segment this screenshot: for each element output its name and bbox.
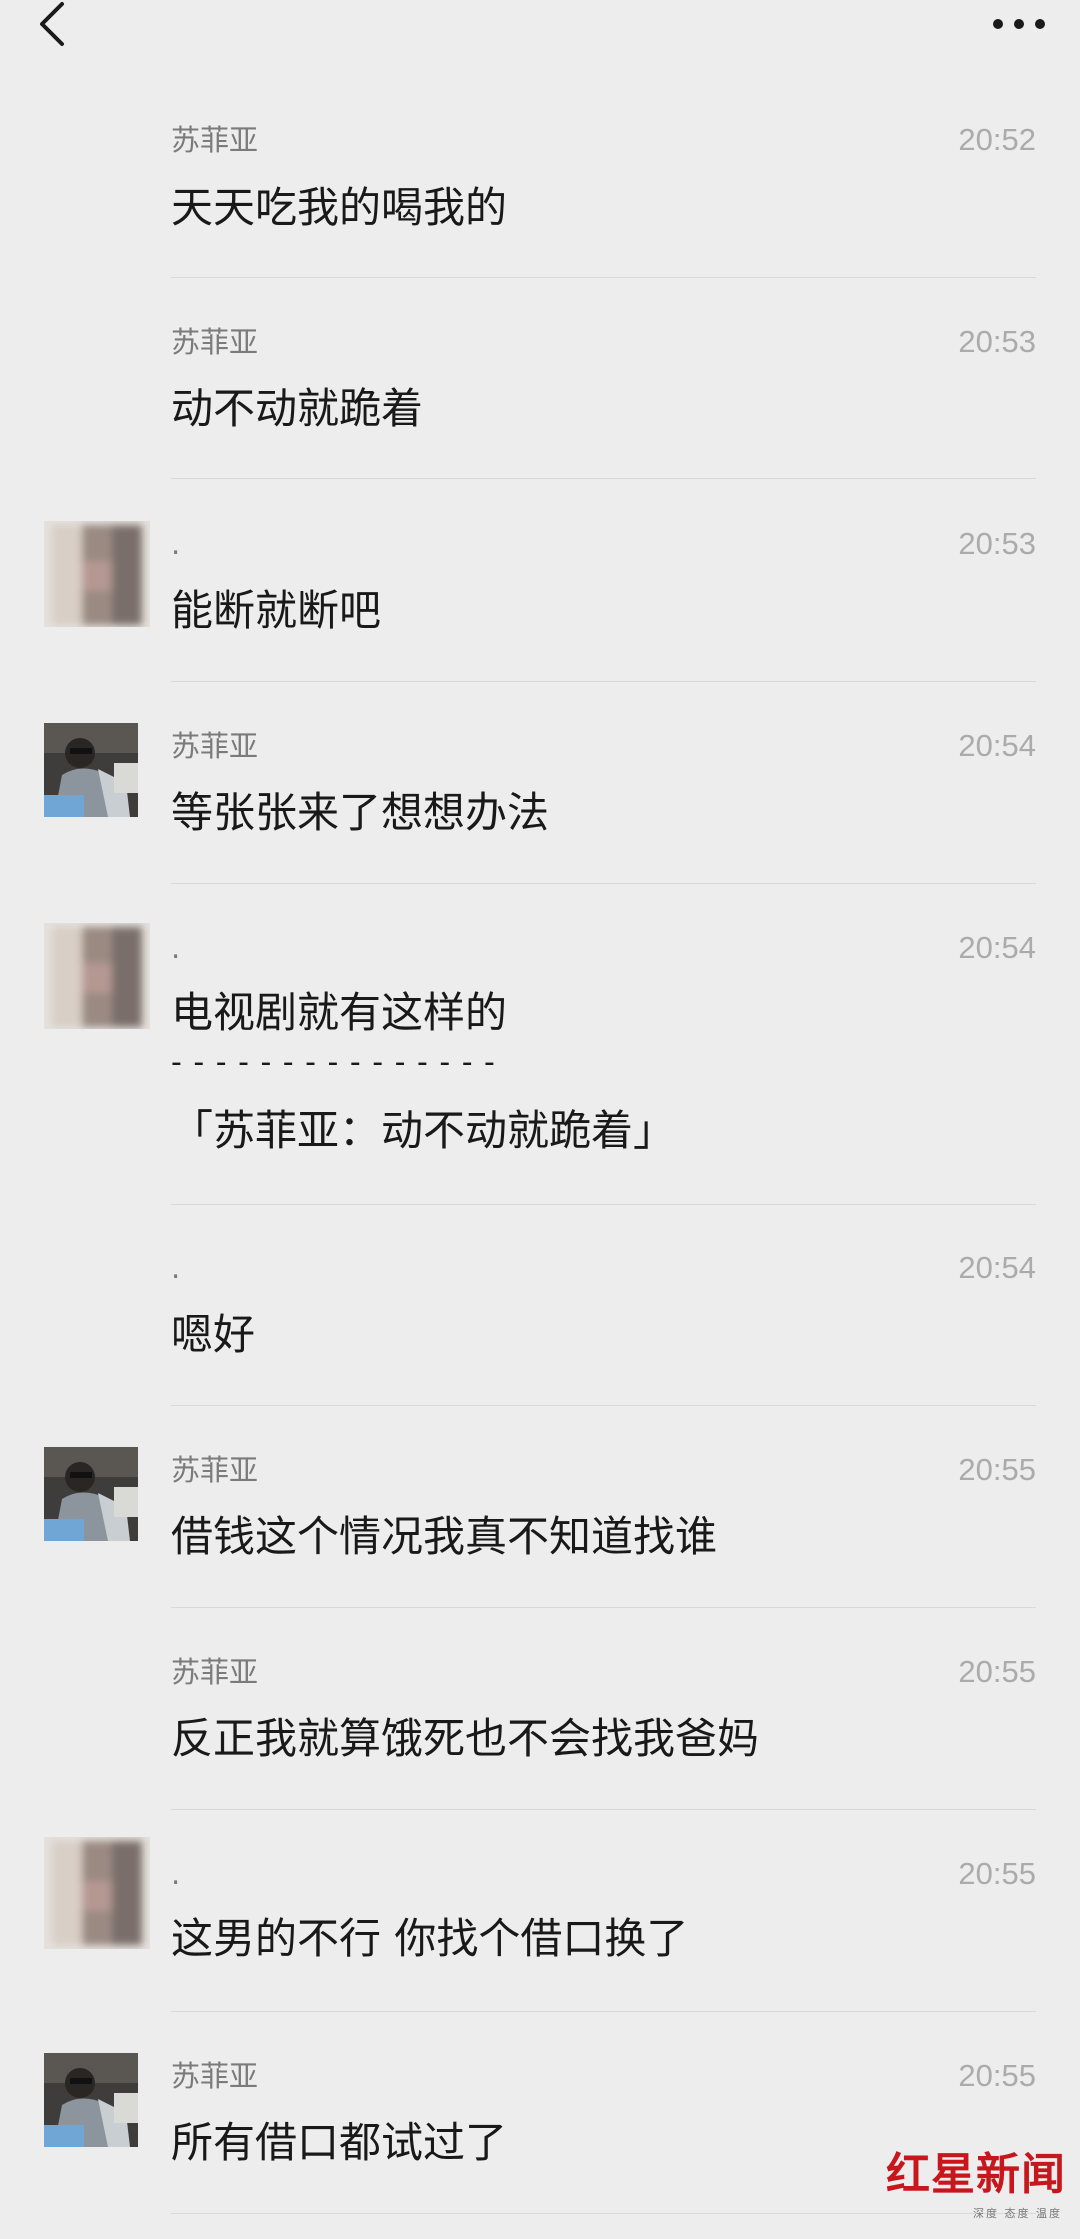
- message-time: 20:55: [958, 1654, 1036, 1689]
- message-text: 这男的不行 你找个借口换了: [171, 1914, 689, 1963]
- message-time: 20:54: [958, 728, 1036, 763]
- message-time: 20:53: [958, 526, 1036, 561]
- message-divider: [171, 681, 1036, 682]
- message-divider: [171, 2011, 1036, 2012]
- chat-message[interactable]: 苏菲亚 20:52 天天吃我的喝我的: [0, 115, 1080, 278]
- chat-message[interactable]: 苏菲亚 20:55 借钱这个情况我真不知道找谁: [0, 1445, 1080, 1608]
- message-text: 电视剧就有这样的: [171, 988, 508, 1037]
- message-time: 20:54: [958, 930, 1036, 965]
- profile-photo-image: [44, 723, 138, 817]
- watermark-logo-text: 红星新闻: [886, 2150, 1066, 2199]
- sender-name: .: [171, 1857, 181, 1891]
- avatar[interactable]: [44, 1837, 150, 1949]
- message-time: 20:52: [958, 122, 1036, 157]
- message-divider: [171, 1809, 1036, 1810]
- watermark-tagline: 深度 态度 温度: [973, 2207, 1062, 2220]
- message-text: 能断就断吧: [171, 586, 382, 635]
- message-time: 20:55: [958, 1856, 1036, 1891]
- avatar[interactable]: [44, 2053, 138, 2147]
- sender-name: .: [171, 527, 181, 561]
- chat-message[interactable]: . 20:54 电视剧就有这样的 - - - - - - - - - - - -…: [0, 923, 1080, 1205]
- news-watermark: 红星新闻 深度 态度 温度: [886, 2149, 1066, 2229]
- sender-name: 苏菲亚: [171, 123, 259, 157]
- message-divider: [171, 1204, 1036, 1205]
- blurred-avatar-image: [44, 923, 150, 1029]
- quote-separator: - - - - - - - - - - - - - - -: [171, 1045, 496, 1080]
- top-bar: [0, 0, 1080, 88]
- message-divider: [171, 883, 1036, 884]
- message-divider: [171, 1405, 1036, 1406]
- sender-name: 苏菲亚: [171, 729, 259, 763]
- message-text: 反正我就算饿死也不会找我爸妈: [171, 1714, 760, 1763]
- avatar[interactable]: [44, 1447, 138, 1541]
- profile-photo-image: [44, 1447, 138, 1541]
- chat-message[interactable]: 苏菲亚 20:54 等张张来了想想办法: [0, 721, 1080, 884]
- message-text: 等张张来了想想办法: [171, 788, 550, 837]
- sender-name: 苏菲亚: [171, 2059, 259, 2093]
- blurred-avatar-image: [44, 1837, 150, 1949]
- sender-name: .: [171, 1251, 181, 1285]
- sender-name: 苏菲亚: [171, 325, 259, 359]
- avatar[interactable]: [44, 521, 150, 627]
- chat-message[interactable]: . 20:54 嗯好: [0, 1243, 1080, 1406]
- sender-name: .: [171, 931, 181, 965]
- quoted-message: 「苏菲亚：动不动就跪着」: [171, 1106, 676, 1155]
- profile-photo-image: [44, 2053, 138, 2147]
- message-text: 天天吃我的喝我的: [171, 183, 508, 232]
- message-text: 借钱这个情况我真不知道找谁: [171, 1512, 718, 1561]
- message-time: 20:54: [958, 1250, 1036, 1285]
- message-text: 嗯好: [171, 1310, 256, 1359]
- sender-name: 苏菲亚: [171, 1655, 259, 1689]
- message-time: 20:55: [958, 1452, 1036, 1487]
- chat-message[interactable]: . 20:53 能断就断吧: [0, 519, 1080, 682]
- chat-message[interactable]: 苏菲亚 20:55 反正我就算饿死也不会找我爸妈: [0, 1647, 1080, 1810]
- back-button[interactable]: [26, 0, 86, 52]
- more-options-button[interactable]: [984, 6, 1054, 42]
- message-time: 20:53: [958, 324, 1036, 359]
- message-divider: [171, 277, 1036, 278]
- chat-message[interactable]: 苏菲亚 20:53 动不动就跪着: [0, 317, 1080, 480]
- message-text: 所有借口都试过了: [171, 2118, 508, 2167]
- message-divider: [171, 1607, 1036, 1608]
- message-divider: [171, 478, 1036, 479]
- more-dots-icon: [993, 19, 1045, 29]
- message-time: 20:55: [958, 2058, 1036, 2093]
- sender-name: 苏菲亚: [171, 1453, 259, 1487]
- avatar[interactable]: [44, 723, 138, 817]
- blurred-avatar-image: [44, 521, 150, 627]
- message-divider: [171, 2213, 1036, 2214]
- avatar[interactable]: [44, 923, 150, 1029]
- message-text: 动不动就跪着: [171, 384, 424, 433]
- chevron-left-icon: [40, 2, 64, 46]
- chat-message[interactable]: . 20:55 这男的不行 你找个借口换了: [0, 1837, 1080, 2012]
